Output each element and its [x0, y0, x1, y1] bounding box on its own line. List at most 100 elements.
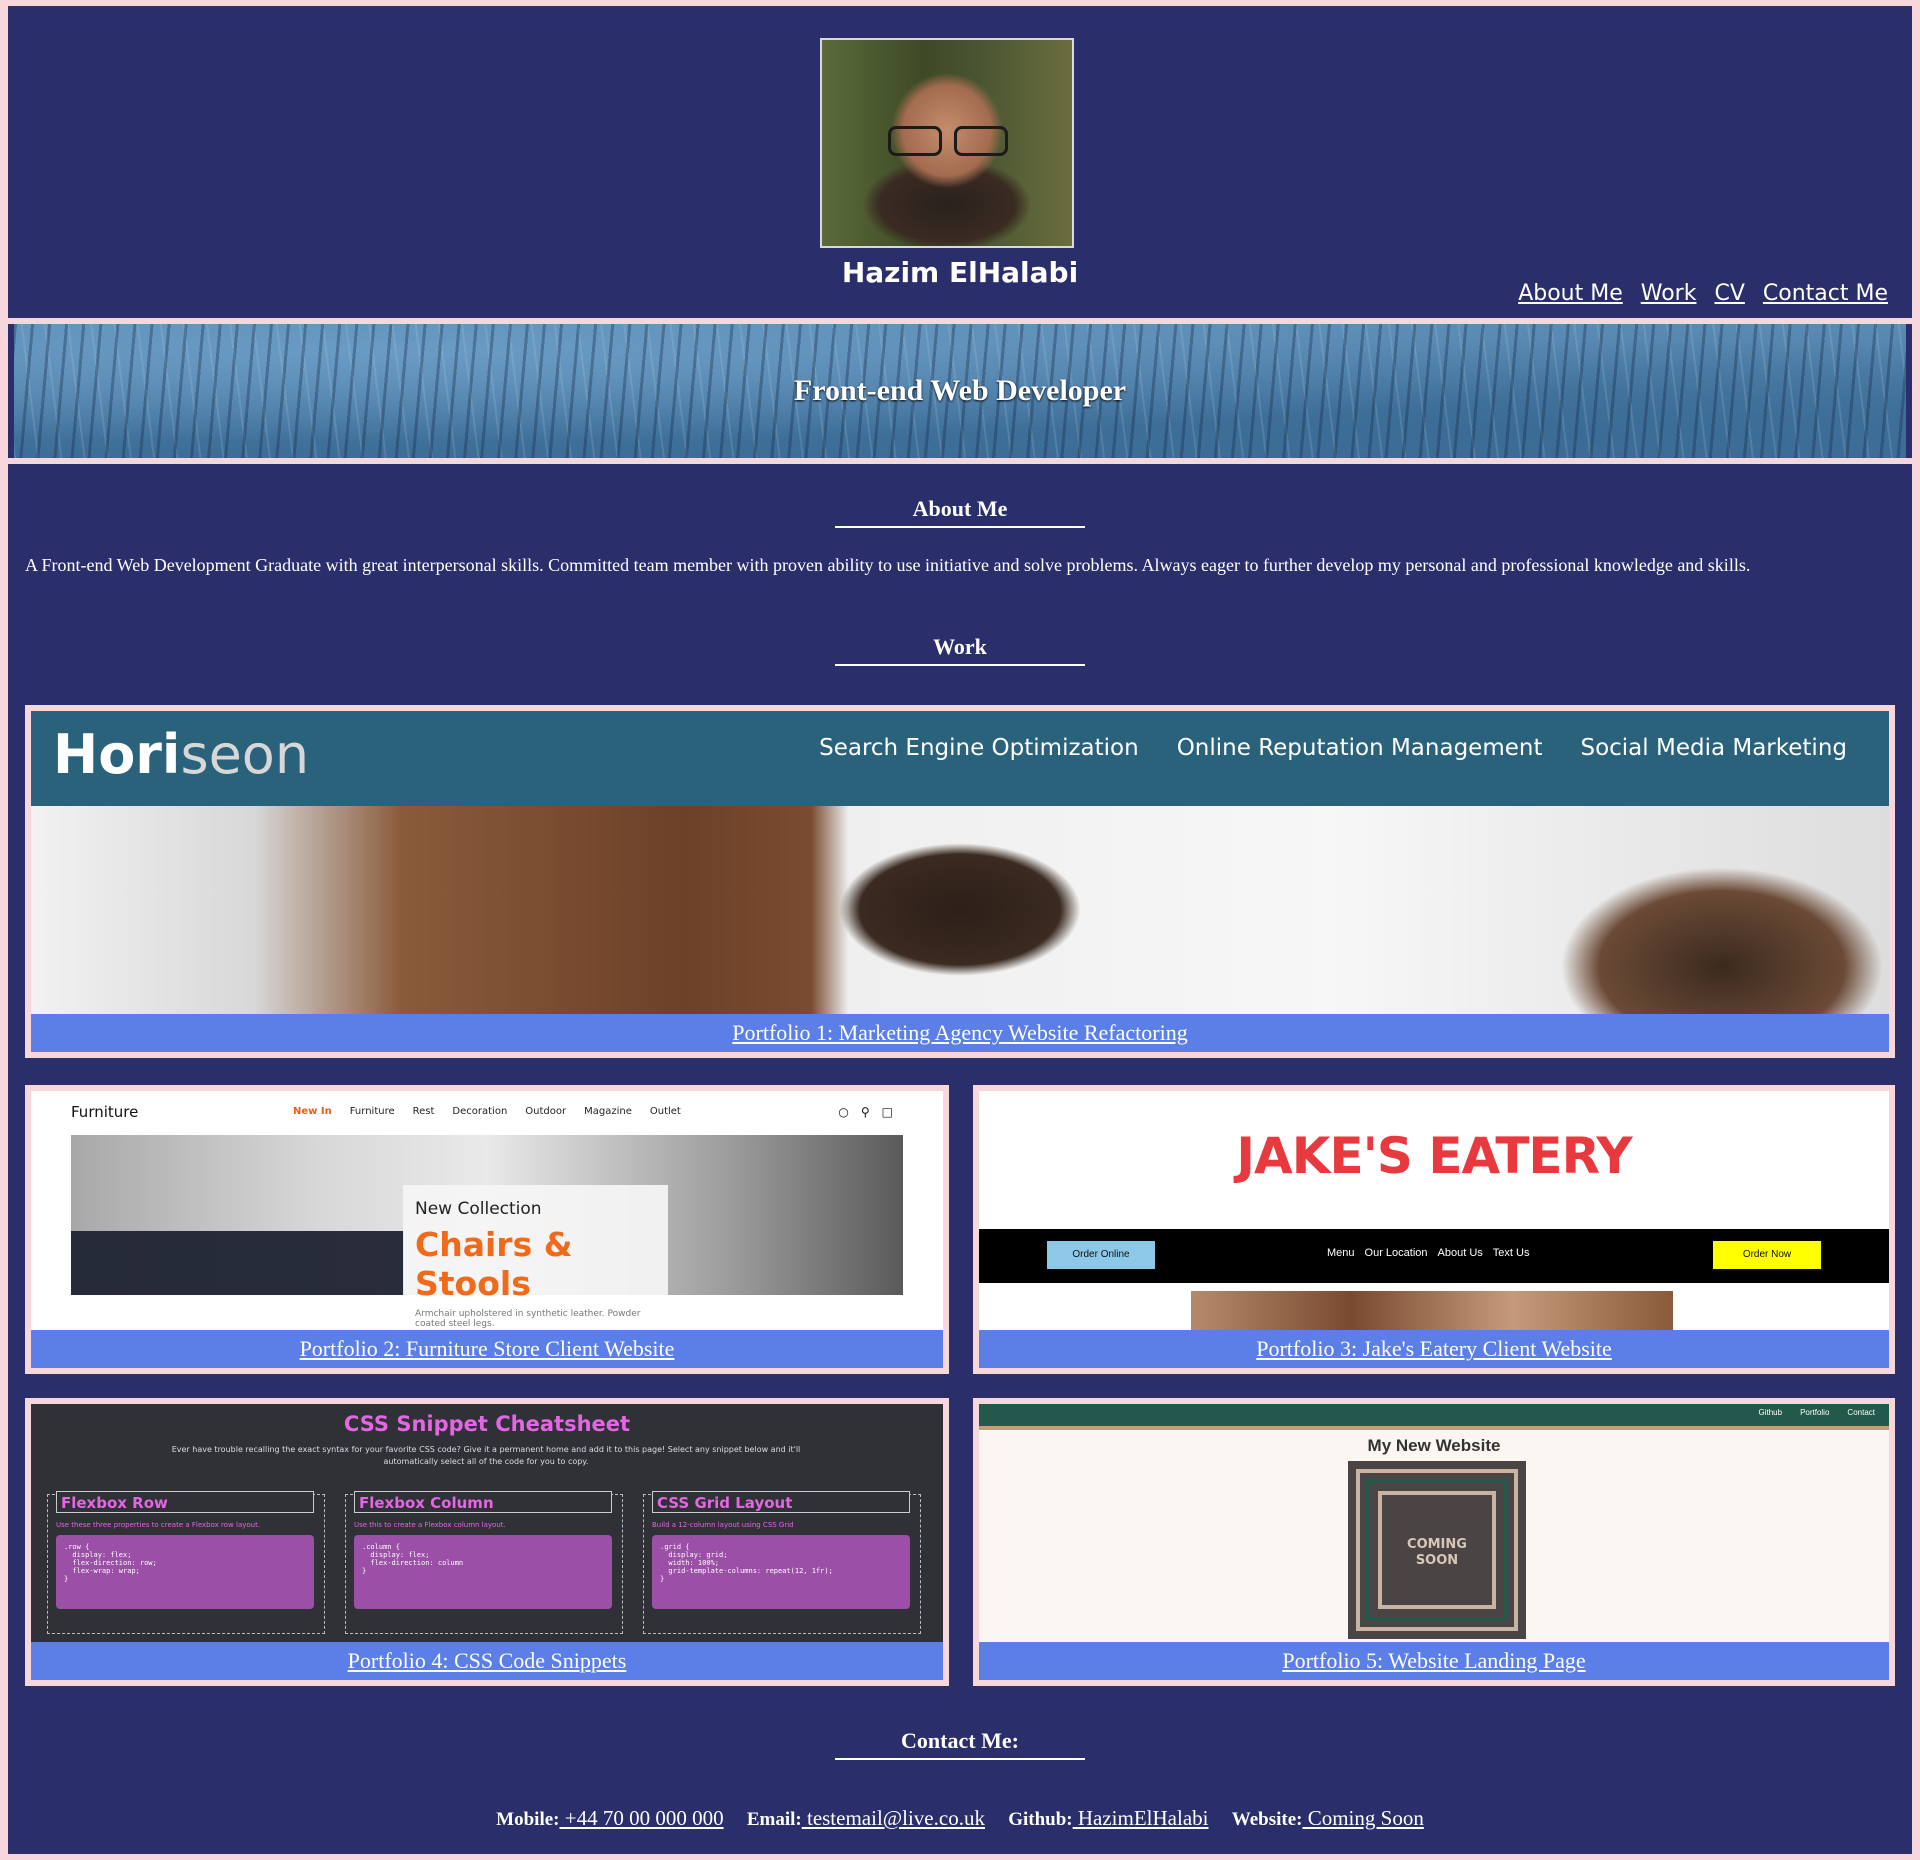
portfolio-4-caption: Portfolio 4: CSS Code Snippets: [31, 1642, 943, 1680]
about-heading: About Me: [835, 496, 1085, 528]
furniture-brand: Furniture: [71, 1103, 139, 1121]
furniture-nav-item: Decoration: [452, 1106, 508, 1117]
snippet-code: .grid { display: grid; width: 100%; grid…: [652, 1535, 910, 1609]
furniture-icons: ○ ⚲ □: [838, 1105, 893, 1119]
horiseon-nav-item: Online Reputation Management: [1176, 735, 1543, 761]
website-label: Website:: [1231, 1809, 1303, 1830]
portfolio-2-link[interactable]: Portfolio 2: Furniture Store Client Webs…: [300, 1336, 675, 1361]
email-label: Email:: [746, 1809, 802, 1830]
portfolio-card-4[interactable]: CSS Snippet Cheatsheet Ever have trouble…: [25, 1398, 949, 1686]
furniture-nav-item: New In: [293, 1106, 332, 1117]
landing-nav-item: Github: [1758, 1408, 1783, 1417]
horiseon-hero-image: [31, 806, 1889, 1036]
user-icon: ○: [838, 1105, 849, 1119]
snippet-card: Flexbox Row Use these three properties t…: [47, 1491, 325, 1634]
furniture-nav-item: Rest: [412, 1106, 435, 1117]
coming-soon-text: COMING SOON: [1407, 1537, 1467, 1568]
portfolio-2-caption: Portfolio 2: Furniture Store Client Webs…: [31, 1330, 943, 1368]
furniture-hero-image: New Collection Chairs & Stools Armchair …: [71, 1135, 903, 1329]
portfolio-3-caption: Portfolio 3: Jake's Eatery Client Websit…: [979, 1330, 1889, 1368]
horiseon-header: Horiseon Search Engine Optimization Onli…: [31, 711, 1889, 806]
portfolio-5-link[interactable]: Portfolio 5: Website Landing Page: [1282, 1648, 1585, 1673]
cart-icon: □: [881, 1105, 893, 1119]
portfolio-3-link[interactable]: Portfolio 3: Jake's Eatery Client Websit…: [1256, 1336, 1612, 1361]
furniture-header: Furniture New In Furniture Rest Decorati…: [71, 1103, 903, 1127]
jake-order-now-button: Order Now: [1713, 1241, 1821, 1269]
portfolio-1-link[interactable]: Portfolio 1: Marketing Agency Website Re…: [732, 1020, 1187, 1045]
main-nav: About Me Work CV Contact Me: [1518, 281, 1888, 306]
landing-title: My New Website: [1367, 1436, 1501, 1455]
furniture-hero-kicker: New Collection: [415, 1199, 542, 1219]
furniture-nav: New In Furniture Rest Decoration Outdoor…: [293, 1106, 681, 1117]
horiseon-nav-item: Search Engine Optimization: [819, 735, 1139, 761]
landing-nav-item: Contact: [1847, 1408, 1875, 1417]
horiseon-nav: Search Engine Optimization Online Reputa…: [819, 735, 1847, 761]
furniture-hero-desc: Armchair upholstered in synthetic leathe…: [415, 1309, 641, 1329]
css-cheatsheet-subtitle: Ever have trouble recalling the exact sy…: [171, 1445, 801, 1466]
jake-order-online-button: Order Online: [1047, 1241, 1155, 1269]
snippet-title: CSS Grid Layout: [652, 1491, 910, 1513]
nav-cv[interactable]: CV: [1714, 281, 1744, 306]
portfolio-card-5[interactable]: Github Portfolio Contact My New Website …: [973, 1398, 1895, 1686]
divider: [8, 458, 1912, 464]
avatar: [820, 38, 1074, 248]
css-cheatsheet-title: CSS Snippet Cheatsheet: [343, 1412, 631, 1436]
jake-nav-bar: Order Online Menu Our Location About Us …: [979, 1229, 1889, 1283]
page: Hazim ElHalabi About Me Work CV Contact …: [8, 6, 1912, 1854]
furniture-nav-item: Magazine: [584, 1106, 632, 1117]
portfolio-card-1[interactable]: Horiseon Search Engine Optimization Onli…: [25, 705, 1895, 1058]
contact-info: Mobile: +44 70 00 000 000 Email: testema…: [8, 1806, 1912, 1831]
avatar-glasses: [888, 126, 1008, 156]
mobile-link[interactable]: +44 70 00 000 000: [560, 1806, 724, 1830]
jake-nav-item: About Us: [1437, 1247, 1483, 1259]
search-icon: ⚲: [860, 1105, 870, 1119]
nav-contact-me[interactable]: Contact Me: [1763, 281, 1888, 306]
portfolio-5-screenshot: Github Portfolio Contact My New Website …: [979, 1404, 1889, 1680]
snippet-card: Flexbox Column Use this to create a Flex…: [345, 1491, 623, 1634]
hero-banner: Front-end Web Developer: [14, 324, 1906, 458]
snippet-code: .column { display: flex; flex-direction:…: [354, 1535, 612, 1609]
furniture-hero-box: New Collection Chairs & Stools Armchair …: [403, 1185, 668, 1329]
mobile-label: Mobile:: [496, 1809, 560, 1830]
landing-nav-item: Portfolio: [1800, 1408, 1830, 1417]
snippet-desc: Use this to create a Flexbox column layo…: [354, 1521, 506, 1529]
work-heading: Work: [835, 634, 1085, 666]
nav-work[interactable]: Work: [1641, 281, 1697, 306]
portfolio-4-screenshot: CSS Snippet Cheatsheet Ever have trouble…: [31, 1404, 943, 1680]
jake-nav: Menu Our Location About Us Text Us: [1327, 1247, 1529, 1259]
portfolio-card-2[interactable]: Furniture New In Furniture Rest Decorati…: [25, 1085, 949, 1374]
website-link[interactable]: Coming Soon: [1302, 1806, 1424, 1830]
portfolio-1-screenshot: Horiseon Search Engine Optimization Onli…: [31, 711, 1889, 1052]
horiseon-nav-item: Social Media Marketing: [1580, 735, 1847, 761]
landing-header: Github Portfolio Contact: [979, 1404, 1889, 1430]
snippet-desc: Build a 12-column layout using CSS Grid: [652, 1521, 794, 1529]
portfolio-1-caption: Portfolio 1: Marketing Agency Website Re…: [31, 1014, 1889, 1052]
portfolio-3-screenshot: JAKE'S EATERY Order Online Menu Our Loca…: [979, 1091, 1889, 1368]
header: Hazim ElHalabi About Me Work CV Contact …: [8, 6, 1912, 318]
email-link[interactable]: testemail@live.co.uk: [802, 1806, 985, 1830]
snippet-code: .row { display: flex; flex-direction: ro…: [56, 1535, 314, 1609]
github-link[interactable]: HazimElHalabi: [1073, 1806, 1209, 1830]
portfolio-4-link[interactable]: Portfolio 4: CSS Code Snippets: [348, 1648, 627, 1673]
banner-title: Front-end Web Developer: [793, 374, 1127, 407]
landing-nav: Github Portfolio Contact: [1758, 1408, 1875, 1417]
coming-soon-badge: COMING SOON: [1348, 1461, 1526, 1639]
furniture-nav-item: Outdoor: [525, 1106, 567, 1117]
jake-title: JAKE'S EATERY: [1236, 1127, 1632, 1185]
furniture-nav-item: Furniture: [349, 1106, 395, 1117]
jake-nav-item: Our Location: [1364, 1247, 1428, 1259]
furniture-nav-item: Outlet: [649, 1106, 681, 1117]
snippet-title: Flexbox Column: [354, 1491, 612, 1513]
about-text: A Front-end Web Development Graduate wit…: [25, 555, 1751, 575]
jake-nav-item: Menu: [1327, 1247, 1355, 1259]
jake-food-image: [1191, 1291, 1673, 1331]
snippet-desc: Use these three properties to create a F…: [56, 1521, 261, 1529]
snippet-title: Flexbox Row: [56, 1491, 314, 1513]
nav-about-me[interactable]: About Me: [1518, 281, 1623, 306]
jake-nav-item: Text Us: [1492, 1247, 1530, 1259]
furniture-hero-title: Chairs & Stools: [415, 1225, 573, 1303]
portfolio-5-caption: Portfolio 5: Website Landing Page: [979, 1642, 1889, 1680]
horiseon-logo: Horiseon: [53, 723, 310, 786]
snippet-card: CSS Grid Layout Build a 12-column layout…: [643, 1491, 921, 1634]
portfolio-card-3[interactable]: JAKE'S EATERY Order Online Menu Our Loca…: [973, 1085, 1895, 1374]
